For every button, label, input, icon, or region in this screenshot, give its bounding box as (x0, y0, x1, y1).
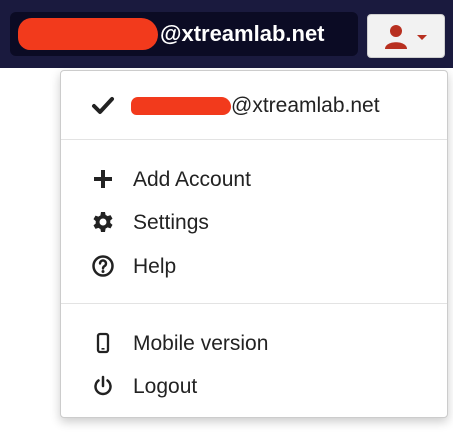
help-icon (92, 255, 114, 277)
top-bar: @xtreamlab.net (0, 0, 453, 68)
settings-label: Settings (133, 211, 209, 234)
user-icon (385, 25, 407, 49)
redacted-username (131, 97, 231, 115)
menu-item-add-account[interactable]: Add Account (61, 159, 447, 199)
gear-icon (93, 212, 113, 232)
chevron-down-icon (417, 35, 427, 40)
mobile-icon (96, 332, 110, 354)
add-account-label: Add Account (133, 168, 251, 191)
current-account-email-suffix: @xtreamlab.net (231, 94, 380, 117)
menu-divider (61, 303, 447, 304)
mobile-version-label: Mobile version (133, 332, 269, 355)
account-indicator[interactable]: @xtreamlab.net (10, 12, 358, 56)
menu-item-mobile-version[interactable]: Mobile version (61, 323, 447, 363)
menu-item-current-account[interactable]: @xtreamlab.net (61, 85, 447, 125)
help-label: Help (133, 255, 177, 278)
redacted-username (18, 18, 158, 50)
menu-item-logout[interactable]: Logout (61, 366, 447, 406)
account-email-suffix: @xtreamlab.net (160, 21, 325, 46)
menu-item-settings[interactable]: Settings (61, 202, 447, 242)
plus-icon (94, 170, 112, 188)
checkmark-icon (92, 97, 114, 114)
menu-divider (61, 139, 447, 140)
logout-label: Logout (133, 375, 198, 398)
power-icon (94, 375, 112, 396)
user-menu-button[interactable] (367, 14, 445, 58)
account-dropdown-menu: @xtreamlab.net Add Account Settings Help… (60, 70, 448, 418)
menu-item-help[interactable]: Help (61, 246, 447, 286)
